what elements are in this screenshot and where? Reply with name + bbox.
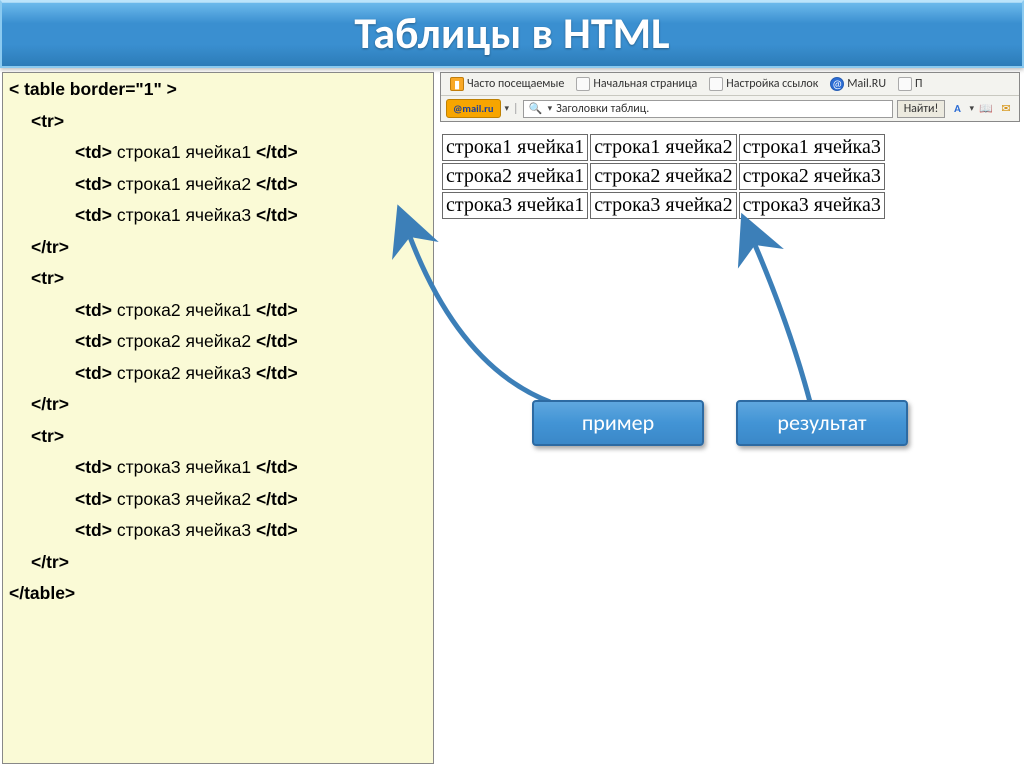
code-panel: < table border="1" > <tr> <td> строка1 я… bbox=[2, 72, 434, 764]
table-cell: строка3 ячейка2 bbox=[590, 192, 736, 219]
search-input[interactable]: 🔍 ▾ Заголовки таблиц. bbox=[523, 100, 893, 118]
callout-example: пример bbox=[532, 400, 704, 446]
find-button[interactable]: Найти! bbox=[897, 100, 946, 118]
bookmark-start[interactable]: Начальная страница bbox=[573, 76, 700, 92]
table-cell: строка3 ячейка3 bbox=[739, 192, 885, 219]
code-line: </tr> bbox=[9, 554, 427, 572]
browser-toolbar: ▮ Часто посещаемые Начальная страница На… bbox=[440, 72, 1020, 122]
mail-search-bar: @mail.ru ▾ | 🔍 ▾ Заголовки таблиц. Найти… bbox=[441, 96, 1019, 121]
table-cell: строка3 ячейка1 bbox=[442, 192, 588, 219]
table-row: строка3 ячейка1 строка3 ячейка2 строка3 … bbox=[442, 192, 885, 219]
code-line: <td> строка2 ячейка2 </td> bbox=[9, 333, 427, 351]
code-line: <tr> bbox=[9, 270, 427, 288]
at-icon: @ bbox=[830, 77, 844, 91]
code-line: <td> строка2 ячейка3 </td> bbox=[9, 365, 427, 383]
bookmarks-bar: ▮ Часто посещаемые Начальная страница На… bbox=[441, 73, 1019, 96]
table-cell: строка2 ячейка1 bbox=[442, 163, 588, 190]
code-line: < table border="1" > bbox=[9, 81, 427, 99]
chevron-down-icon[interactable]: ▾ bbox=[505, 103, 510, 114]
callout-result: результат bbox=[736, 400, 908, 446]
table-cell: строка1 ячейка2 bbox=[590, 134, 736, 161]
table-cell: строка2 ячейка3 bbox=[739, 163, 885, 190]
code-line: <td> строка1 ячейка2 </td> bbox=[9, 176, 427, 194]
font-icon[interactable]: A bbox=[949, 101, 965, 117]
code-line: </table> bbox=[9, 585, 427, 603]
page-icon bbox=[576, 77, 590, 91]
table-cell: строка2 ячейка2 bbox=[590, 163, 736, 190]
table-row: строка2 ячейка1 строка2 ячейка2 строка2 … bbox=[442, 163, 885, 190]
result-table: строка1 ячейка1 строка1 ячейка2 строка1 … bbox=[440, 132, 887, 221]
search-text: Заголовки таблиц. bbox=[556, 102, 649, 116]
table-cell: строка1 ячейка1 bbox=[442, 134, 588, 161]
code-line: <tr> bbox=[9, 428, 427, 446]
bookmark-more[interactable]: П bbox=[895, 76, 925, 92]
page-icon bbox=[898, 77, 912, 91]
bookmark-mail[interactable]: @ Mail.RU bbox=[827, 76, 889, 92]
mail-icon[interactable]: ✉ bbox=[998, 101, 1014, 117]
code-line: <td> строка1 ячейка3 </td> bbox=[9, 207, 427, 225]
arrow-result bbox=[735, 237, 875, 422]
table-cell: строка1 ячейка3 bbox=[739, 134, 885, 161]
code-line: <td> строка3 ячейка3 </td> bbox=[9, 522, 427, 540]
code-line: <td> строка2 ячейка1 </td> bbox=[9, 302, 427, 320]
result-panel: ▮ Часто посещаемые Начальная страница На… bbox=[440, 72, 1020, 764]
rss-icon: ▮ bbox=[450, 77, 464, 91]
code-line: </tr> bbox=[9, 239, 427, 257]
code-line: <td> строка3 ячейка1 </td> bbox=[9, 459, 427, 477]
bookmark-links[interactable]: Настройка ссылок bbox=[706, 76, 821, 92]
code-line: <td> строка1 ячейка1 </td> bbox=[9, 144, 427, 162]
code-line: <td> строка3 ячейка2 </td> bbox=[9, 491, 427, 509]
code-line: </tr> bbox=[9, 396, 427, 414]
chevron-down-icon[interactable]: ▾ bbox=[548, 103, 553, 114]
page-icon bbox=[709, 77, 723, 91]
table-row: строка1 ячейка1 строка1 ячейка2 строка1 … bbox=[442, 134, 885, 161]
magnifier-icon: 🔍 bbox=[528, 101, 544, 117]
bookmark-often[interactable]: ▮ Часто посещаемые bbox=[447, 76, 567, 92]
book-icon[interactable]: 📖 bbox=[978, 101, 994, 117]
code-line: <tr> bbox=[9, 113, 427, 131]
slide-title: Таблицы в HTML bbox=[0, 0, 1024, 68]
mail-logo[interactable]: @mail.ru bbox=[446, 99, 501, 118]
